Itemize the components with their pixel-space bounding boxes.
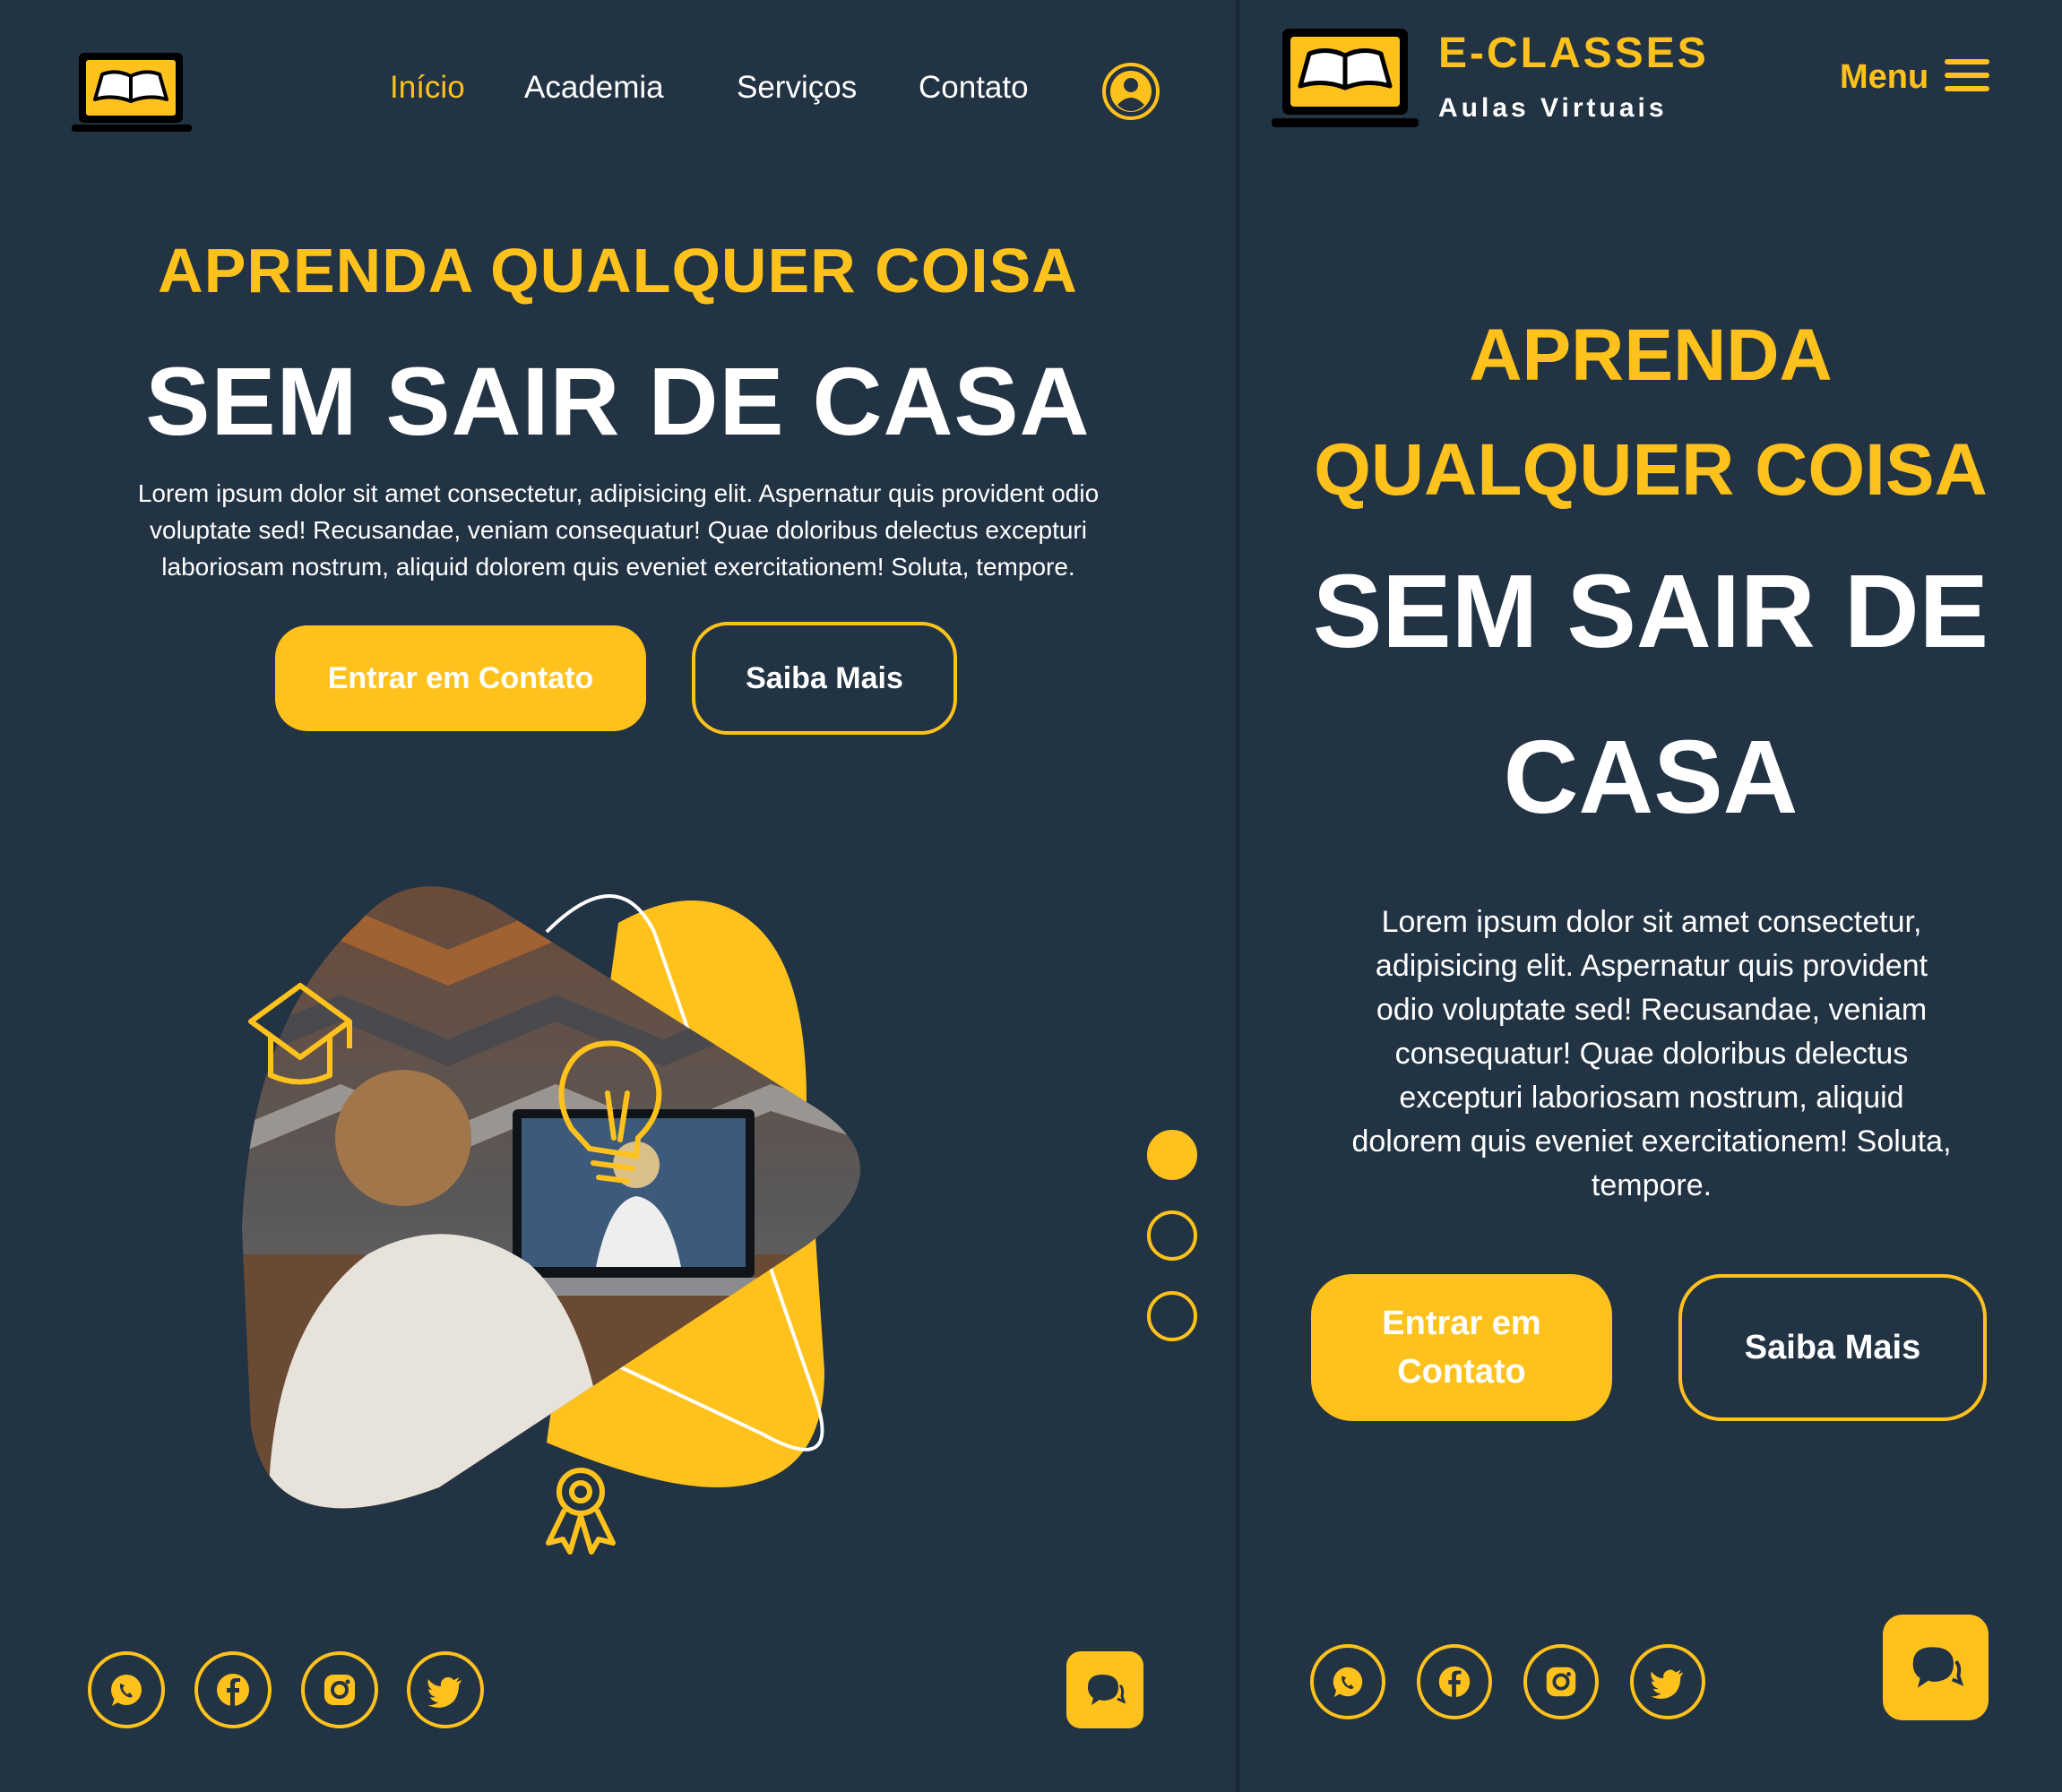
contact-button-label: Entrar em Contato — [327, 660, 594, 695]
contact-button-label-line1: Entrar em — [1382, 1305, 1541, 1342]
hamburger-icon — [1945, 57, 1990, 98]
learn-more-button-label: Saiba Mais — [746, 660, 903, 695]
learn-more-button-label: Saiba Mais — [1744, 1328, 1921, 1366]
contact-button[interactable]: Entrar em Contato — [1311, 1274, 1612, 1421]
menu-button[interactable]: Menu — [1840, 56, 1990, 99]
hero-paragraph-line: Lorem ipsum dolor sit amet consectetur, — [1381, 905, 1922, 939]
hero-paragraph-line: laboriosam nostrum, aliquid dolorem quis… — [161, 553, 1075, 581]
learn-more-button[interactable]: Saiba Mais — [692, 622, 957, 735]
chat-bubble-icon[interactable] — [1883, 1615, 1989, 1720]
hero-headline-yellow-line2: QUALQUER COISA — [1314, 429, 1988, 511]
hero-headline-white-line1: SEM SAIR DE — [1312, 553, 1989, 669]
hero-headline-yellow: APRENDA QUALQUER COISA — [158, 236, 1078, 306]
brand-name: E-CLASSES — [1438, 30, 1709, 77]
whatsapp-icon[interactable] — [88, 1651, 165, 1728]
hero-paragraph-line: tempore. — [1591, 1168, 1713, 1202]
twitter-icon[interactable] — [1630, 1644, 1705, 1719]
hero-paragraph-line: voluptate sed! Recusandae, veniam conseq… — [150, 516, 1087, 544]
nav-link-servicos[interactable]: Serviços — [737, 70, 857, 106]
hero-paragraph-line: Lorem ipsum dolor sit amet consectetur, … — [137, 479, 1100, 507]
nav-link-academia[interactable]: Academia — [524, 70, 664, 106]
hero-paragraph-line: odio voluptate sed! Recusandae, veniam — [1376, 993, 1928, 1027]
whatsapp-icon[interactable] — [1310, 1644, 1385, 1719]
mobile-view: E-CLASSES Aulas Virtuais Menu APRENDA QU… — [1239, 0, 2062, 1792]
hero-paragraph-line: dolorem quis eveniet exercitationem! Sol… — [1351, 1124, 1952, 1159]
hero-paragraph-line: consequatur! Quae doloribus delectus — [1394, 1037, 1909, 1071]
logo-icon[interactable] — [72, 49, 193, 134]
instagram-icon[interactable] — [301, 1651, 378, 1728]
twitter-icon[interactable] — [407, 1651, 484, 1728]
contact-button[interactable]: Entrar em Contato — [275, 625, 646, 731]
slider-dot-2[interactable] — [1147, 1210, 1197, 1261]
hero-paragraph: Lorem ipsum dolor sit amet consectetur, … — [85, 475, 1152, 585]
logo-icon[interactable] — [1272, 25, 1419, 131]
hero-paragraph-line: excepturi laboriosam nostrum, aliquid — [1399, 1081, 1904, 1115]
nav-link-contato[interactable]: Contato — [919, 70, 1029, 106]
hero-paragraph: Lorem ipsum dolor sit amet consectetur, … — [1311, 900, 1992, 1208]
menu-label: Menu — [1840, 57, 1929, 96]
instagram-icon[interactable] — [1523, 1644, 1599, 1719]
user-circle-icon[interactable] — [1100, 61, 1161, 122]
hero-headline-yellow-line1: APRENDA — [1469, 314, 1833, 396]
contact-button-label-line2: Contato — [1397, 1353, 1526, 1391]
slider-dot-3[interactable] — [1147, 1291, 1197, 1341]
chat-bubble-icon[interactable] — [1066, 1651, 1143, 1728]
facebook-icon[interactable] — [1417, 1644, 1492, 1719]
learn-more-button[interactable]: Saiba Mais — [1678, 1274, 1987, 1421]
award-badge-icon — [546, 1468, 616, 1555]
hero-headline-white: SEM SAIR DE CASA — [145, 347, 1091, 455]
desktop-view: Início Academia Serviços Contato APRENDA… — [0, 0, 1236, 1792]
slider-dot-1[interactable] — [1147, 1130, 1197, 1180]
hero-illustration — [233, 869, 914, 1559]
nav-link-inicio[interactable]: Início — [390, 70, 465, 106]
hero-paragraph-line: adipisicing elit. Aspernatur quis provid… — [1375, 949, 1928, 983]
brand-tagline: Aulas Virtuais — [1438, 93, 1668, 123]
facebook-icon[interactable] — [194, 1651, 272, 1728]
hero-headline-white-line2: CASA — [1503, 719, 1799, 835]
